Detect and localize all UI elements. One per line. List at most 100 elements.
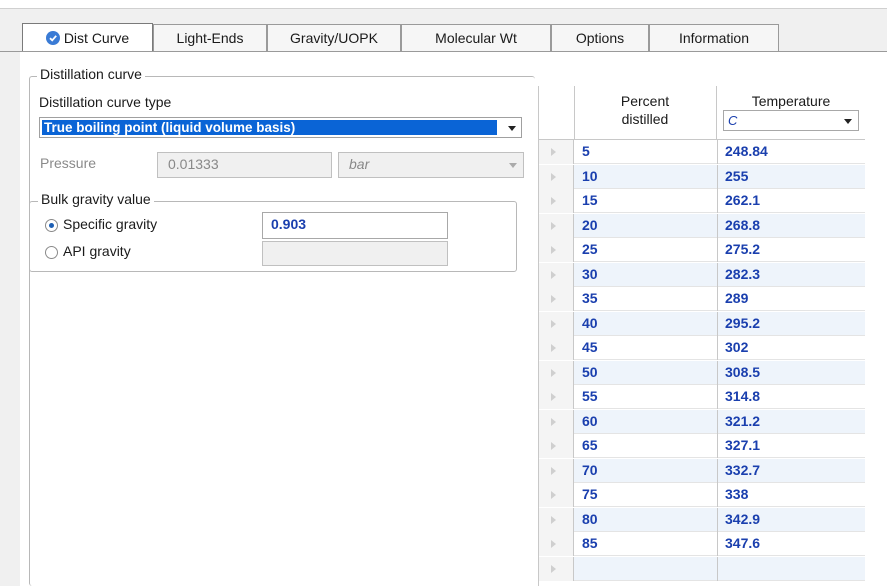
temperature-cell[interactable]: 321.2 (725, 410, 760, 433)
row-selector[interactable] (539, 556, 574, 581)
temperature-cell[interactable]: 262.1 (725, 189, 760, 212)
specific-gravity-radio[interactable] (45, 219, 58, 232)
percent-distilled-cell[interactable]: 80 (582, 508, 598, 531)
api-gravity-radio[interactable] (45, 246, 58, 259)
temperature-cell[interactable]: 342.9 (725, 508, 760, 531)
tab-light-ends[interactable]: Light-Ends (153, 24, 267, 51)
api-gravity-label: API gravity (63, 243, 131, 259)
percent-distilled-cell[interactable]: 15 (582, 189, 598, 212)
row-selector[interactable] (539, 409, 574, 434)
percent-distilled-cell[interactable]: 30 (582, 263, 598, 286)
row-selector[interactable] (539, 434, 574, 458)
row-selector[interactable] (539, 458, 574, 483)
temperature-cell[interactable]: 302 (725, 336, 748, 359)
temperature-cell[interactable]: 275.2 (725, 238, 760, 261)
table-row[interactable]: 85 347.6 (539, 532, 865, 556)
table-row[interactable]: 45 302 (539, 336, 865, 360)
row-selector[interactable] (539, 164, 574, 189)
table-row[interactable]: 70 332.7 (539, 458, 865, 483)
row-arrow-icon (551, 491, 556, 499)
table-row[interactable]: 20 268.8 (539, 213, 865, 238)
table-row[interactable]: 5 248.84 (539, 140, 865, 164)
temperature-unit-dropdown[interactable]: C (723, 110, 859, 131)
table-row[interactable]: 60 321.2 (539, 409, 865, 434)
row-selector[interactable] (539, 287, 574, 311)
temperature-cell[interactable]: 295.2 (725, 312, 760, 335)
temperature-cell[interactable]: 268.8 (725, 214, 760, 237)
specific-gravity-input[interactable]: 0.903 (262, 212, 448, 239)
pressure-field: 0.01333 (157, 152, 332, 178)
row-selector[interactable] (539, 140, 574, 164)
curve-type-dropdown[interactable]: True boiling point (liquid volume basis) (39, 117, 522, 138)
percent-distilled-cell[interactable]: 50 (582, 361, 598, 384)
table-row[interactable]: 30 282.3 (539, 262, 865, 287)
percent-distilled-cell[interactable]: 5 (582, 140, 590, 163)
column-separator (717, 287, 718, 311)
percent-distilled-cell[interactable]: 60 (582, 410, 598, 433)
row-selector[interactable] (539, 262, 574, 287)
temperature-cell[interactable]: 327.1 (725, 434, 760, 457)
percent-distilled-header-text: Percent distilled (620, 93, 670, 127)
table-row[interactable]: 15 262.1 (539, 189, 865, 213)
temperature-cell[interactable]: 248.84 (725, 140, 768, 163)
table-row[interactable]: 40 295.2 (539, 311, 865, 336)
row-selector[interactable] (539, 238, 574, 262)
table-row[interactable]: 75 338 (539, 483, 865, 507)
api-gravity-input (262, 241, 448, 266)
table-row[interactable]: 25 275.2 (539, 238, 865, 262)
row-selector[interactable] (539, 213, 574, 238)
curve-type-label: Distillation curve type (39, 94, 172, 110)
percent-distilled-cell[interactable]: 70 (582, 459, 598, 482)
temperature-cell[interactable]: 255 (725, 165, 748, 188)
tab-molecular-wt[interactable]: Molecular Wt (401, 24, 551, 51)
tab-information[interactable]: Information (649, 24, 779, 51)
percent-distilled-cell[interactable]: 25 (582, 238, 598, 261)
column-separator (717, 483, 718, 507)
row-selector[interactable] (539, 189, 574, 213)
temperature-cell[interactable]: 289 (725, 287, 748, 310)
tab-gravity-uopk[interactable]: Gravity/UOPK (267, 24, 401, 51)
percent-distilled-cell[interactable]: 10 (582, 165, 598, 188)
column-separator (717, 409, 718, 434)
bulk-gravity-group-title: Bulk gravity value (38, 191, 154, 207)
temperature-cell[interactable]: 338 (725, 483, 748, 506)
row-selector[interactable] (539, 336, 574, 360)
percent-distilled-cell[interactable]: 40 (582, 312, 598, 335)
column-separator (717, 556, 718, 581)
row-arrow-icon (551, 319, 556, 328)
row-arrow-icon (551, 442, 556, 450)
row-selector[interactable] (539, 385, 574, 409)
table-row[interactable]: 35 289 (539, 287, 865, 311)
row-selector[interactable] (539, 360, 574, 385)
percent-distilled-cell[interactable]: 65 (582, 434, 598, 457)
percent-distilled-cell[interactable]: 20 (582, 214, 598, 237)
percent-distilled-cell[interactable]: 55 (582, 385, 598, 408)
tab-dist-curve[interactable]: Dist Curve (22, 23, 153, 52)
temperature-cell[interactable]: 308.5 (725, 361, 760, 384)
temperature-cell[interactable]: 314.8 (725, 385, 760, 408)
temperature-cell[interactable]: 332.7 (725, 459, 760, 482)
tab-options[interactable]: Options (551, 24, 649, 51)
temperature-cell[interactable]: 347.6 (725, 532, 760, 555)
row-selector[interactable] (539, 507, 574, 532)
table-row[interactable]: 55 314.8 (539, 385, 865, 409)
percent-distilled-cell[interactable]: 35 (582, 287, 598, 310)
temperature-cell[interactable]: 282.3 (725, 263, 760, 286)
table-row[interactable] (539, 556, 865, 581)
tab-label: Dist Curve (63, 30, 130, 46)
row-selector[interactable] (539, 311, 574, 336)
row-selector[interactable] (539, 532, 574, 556)
row-arrow-icon (551, 417, 556, 426)
row-selector[interactable] (539, 483, 574, 507)
table-row[interactable]: 50 308.5 (539, 360, 865, 385)
percent-distilled-cell[interactable]: 45 (582, 336, 598, 359)
column-separator (717, 213, 718, 238)
percent-distilled-cell[interactable]: 75 (582, 483, 598, 506)
row-arrow-icon (551, 466, 556, 475)
table-row[interactable]: 80 342.9 (539, 507, 865, 532)
percent-distilled-cell[interactable]: 85 (582, 532, 598, 555)
chevron-down-icon (508, 126, 516, 131)
table-row[interactable]: 65 327.1 (539, 434, 865, 458)
row-arrow-icon (551, 515, 556, 524)
table-row[interactable]: 10 255 (539, 164, 865, 189)
